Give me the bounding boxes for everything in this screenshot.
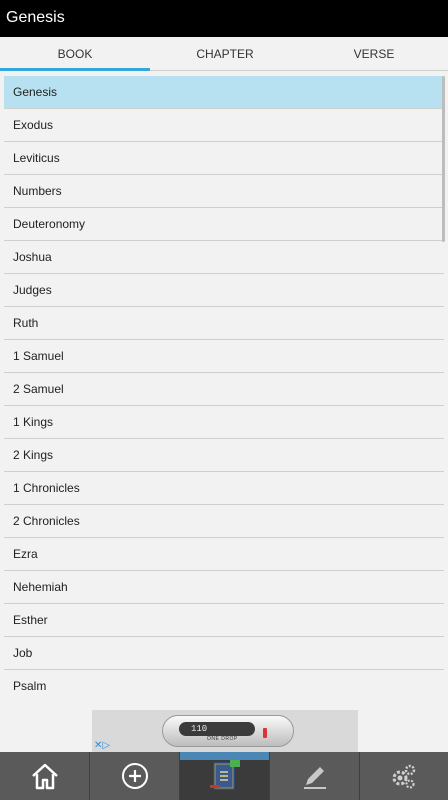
book-name: 1 Samuel	[13, 349, 64, 363]
book-list-item[interactable]: 2 Kings	[4, 439, 444, 472]
tab-book[interactable]: BOOK	[0, 37, 150, 71]
book-name: 1 Chronicles	[13, 481, 80, 495]
book-list-item[interactable]: 1 Kings	[4, 406, 444, 439]
ad-choices-icon[interactable]: ✕▷	[94, 740, 110, 751]
book-list-item[interactable]: Ruth	[4, 307, 444, 340]
book-name: Psalm	[13, 679, 47, 693]
book-name: Deuteronomy	[13, 217, 86, 231]
book-name: Ruth	[13, 316, 39, 330]
ad-product-led	[263, 728, 267, 738]
nav-add[interactable]	[90, 752, 180, 800]
book-name: Nehemiah	[13, 580, 68, 594]
book-list-item[interactable]: 1 Chronicles	[4, 472, 444, 505]
book-list-item[interactable]: Ezra	[4, 538, 444, 571]
ad-product-screen: 110	[179, 722, 255, 736]
book-list-item[interactable]: 2 Chronicles	[4, 505, 444, 538]
ad-banner[interactable]: 110 ONE DROP	[92, 710, 358, 754]
book-list-item[interactable]: Numbers	[4, 175, 444, 208]
book-name: 2 Kings	[13, 448, 54, 462]
ad-product-image: 110 ONE DROP	[162, 715, 294, 747]
book-name: Ezra	[13, 547, 38, 561]
book-list-item[interactable]: Job	[4, 637, 444, 670]
nav-settings[interactable]	[360, 752, 448, 800]
book-list-item[interactable]: Deuteronomy	[4, 208, 444, 241]
book-list[interactable]: Genesis Exodus Leviticus Numbers Deuteronomy…	[4, 76, 444, 702]
book-list-item[interactable]: Nehemiah	[4, 571, 444, 604]
tab-chapter[interactable]: CHAPTER	[150, 37, 300, 71]
holy-bible-icon	[209, 760, 240, 790]
book-list-item[interactable]: 2 Samuel	[4, 373, 444, 406]
book-name: Exodus	[13, 118, 54, 132]
book-name: Joshua	[13, 250, 52, 264]
book-list-item[interactable]: 1 Samuel	[4, 340, 444, 373]
book-list-item[interactable]: Joshua	[4, 241, 444, 274]
home-icon	[31, 763, 58, 790]
book-list-item[interactable]: Psalm	[4, 670, 444, 702]
book-name: 1 Kings	[13, 415, 54, 429]
book-list-item[interactable]: Judges	[4, 274, 444, 307]
title-bar: Genesis	[0, 0, 448, 37]
book-name: 2 Chronicles	[13, 514, 80, 528]
nav-notes[interactable]	[270, 752, 360, 800]
book-list-item[interactable]: Esther	[4, 604, 444, 637]
list-scrollbar[interactable]	[442, 76, 445, 242]
tab-bar: BOOK CHAPTER VERSE	[0, 37, 448, 71]
book-list-item[interactable]: Leviticus	[4, 142, 444, 175]
book-name: Genesis	[13, 85, 58, 99]
tab-verse[interactable]: VERSE	[300, 37, 448, 71]
bottom-navigation	[0, 752, 448, 800]
book-name: Judges	[13, 283, 52, 297]
book-name: 2 Samuel	[13, 382, 64, 396]
nav-bible[interactable]	[180, 752, 270, 800]
book-name: Leviticus	[13, 151, 60, 165]
book-list-item[interactable]: Exodus	[4, 109, 444, 142]
book-name: Esther	[13, 613, 48, 627]
settings-gears-icon	[392, 764, 416, 789]
add-circle-icon	[121, 763, 148, 789]
book-name: Job	[13, 646, 33, 660]
nav-home[interactable]	[0, 752, 90, 800]
page-title: Genesis	[6, 9, 65, 26]
ad-product-brand: ONE DROP	[207, 736, 238, 742]
book-list-item[interactable]: Genesis	[4, 76, 444, 109]
pencil-icon	[303, 767, 326, 789]
book-name: Numbers	[13, 184, 62, 198]
